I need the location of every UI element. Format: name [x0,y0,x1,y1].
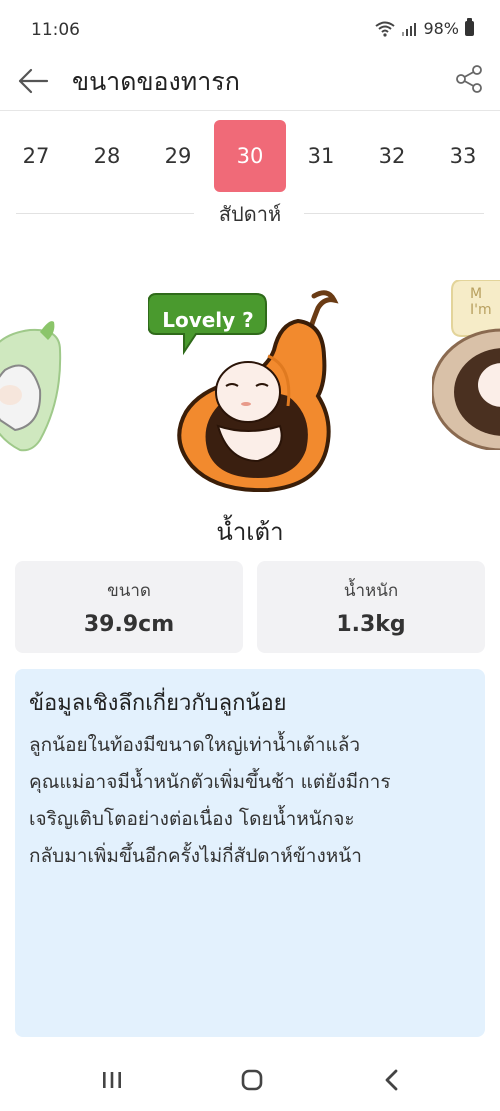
insight-body: ลูกน้อยในท้องมีขนาดใหญ่เท่าน้ำเต้าแล้ว ค… [29,727,479,875]
week-selector: 27 28 29 30 31 32 33 [0,120,500,192]
arrow-left-icon[interactable] [16,64,50,98]
insight-line: กลับมาเพิ่มขึ้นอีกครั้งไม่กี่สัปดาห์ข้าง… [29,845,362,867]
week-item[interactable]: 29 [142,120,214,192]
status-right: 98% [375,18,474,38]
size-value: 39.9cm [83,612,175,637]
weight-value: 1.3kg [336,612,406,637]
next-bubble-text: M I'm [470,286,492,318]
app-bar-divider [0,110,500,111]
week-unit-label: สัปดาห์ [218,202,282,226]
share-icon[interactable] [454,64,484,94]
status-time: 11:06 [31,20,80,40]
wifi-icon [375,21,396,37]
week-item[interactable]: 28 [71,120,143,192]
insight-card: ข้อมูลเชิงลึกเกี่ยวกับลูกน้อย ลูกน้อยในท… [15,669,485,1037]
insight-line: เจริญเติบโตอย่างต่อเนื่อง โดยน้ำหนักจะ [29,808,355,830]
battery-icon [465,18,474,36]
weight-label: น้ำหนัก [343,581,399,601]
week-label-row: สัปดาห์ [16,198,484,228]
home-icon[interactable] [232,1064,272,1096]
recents-icon[interactable] [92,1064,132,1096]
fruit-name: น้ำเต้า [216,518,284,546]
week-item[interactable]: 31 [285,120,357,192]
week-item[interactable]: 27 [0,120,72,192]
battery-percent: 98% [423,19,459,38]
insight-line: คุณแม่อาจมีน้ำหนักตัวเพิ่มขึ้นช้า แต่ยัง… [29,771,391,793]
insight-line: ลูกน้อยในท้องมีขนาดใหญ่เท่าน้ำเต้าแล้ว [29,734,361,756]
week-item-selected[interactable]: 30 [214,120,286,192]
size-label: ขนาด [107,581,151,601]
weight-card: น้ำหนัก 1.3kg [257,561,485,653]
speech-bubble-text: Lovely ? [162,308,254,332]
week-item[interactable]: 32 [356,120,428,192]
app-bar: ขนาดของทารก [0,58,500,110]
previous-fruit-image[interactable] [0,310,80,460]
status-bar: 11:06 98% [0,0,500,58]
insight-heading: ข้อมูลเชิงลึกเกี่ยวกับลูกน้อย [29,691,287,716]
size-card: ขนาด 39.9cm [15,561,243,653]
signal-icon [402,22,417,36]
week-item[interactable]: 33 [427,120,499,192]
page-title: ขนาดของทารก [72,67,240,96]
chevron-left-icon[interactable] [372,1064,412,1096]
system-nav-bar [0,1050,500,1111]
